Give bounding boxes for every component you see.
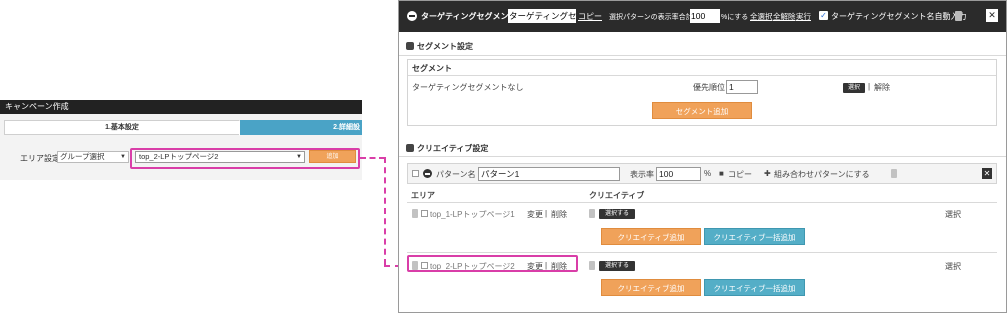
display-rate-input[interactable]: 100 (656, 167, 701, 181)
column-header-creative: クリエイティブ (589, 191, 645, 200)
segment-remove-link[interactable]: 解除 (874, 82, 890, 93)
change-link[interactable]: 変更 (527, 209, 543, 220)
bulk-add-creative-button[interactable]: クリエイティブ一括追加 (704, 228, 805, 245)
trash-icon[interactable] (589, 261, 595, 270)
segment-settings-label: セグメント設定 (417, 42, 473, 51)
total-rate-input[interactable]: 100 (690, 9, 720, 23)
execute-link[interactable]: 実行 (796, 11, 811, 22)
trash-icon[interactable] (955, 11, 962, 21)
collapse-icon[interactable] (423, 169, 432, 178)
segment-box-title: セグメント (412, 64, 452, 73)
add-creative-button[interactable]: クリエイティブ追加 (601, 279, 701, 296)
bulk-add-creative-button[interactable]: クリエイティブ一括追加 (704, 279, 805, 296)
creative-settings-label: クリエイティブ設定 (417, 144, 489, 153)
combine-pattern-link[interactable]: 組み合わせパターンにする (774, 169, 870, 180)
expand-icon[interactable] (421, 210, 428, 217)
divider (399, 55, 1006, 56)
select-creative-button[interactable]: 選択する (599, 209, 635, 219)
separator: | (545, 209, 548, 218)
creative-settings-title: クリエイティブ設定 (406, 143, 488, 154)
gear-icon (406, 42, 414, 50)
deselect-all-link[interactable]: 全解除 (773, 11, 796, 22)
highlight-box-right (407, 255, 578, 272)
select-creative-button[interactable]: 選択する (599, 261, 635, 271)
area-name: top_1-LPトップページ1 (430, 210, 515, 219)
no-segment-text: ターゲティングセグメントなし (412, 83, 524, 92)
close-icon[interactable]: ✕ (986, 9, 998, 22)
step-detail-settings[interactable]: 2.詳細設 (240, 120, 362, 135)
auto-name-label: ターゲティングセグメント名自動入力 (831, 12, 967, 21)
puzzle-icon: ✚ (764, 169, 771, 178)
close-icon[interactable]: ✕ (982, 168, 992, 179)
highlight-box-left (130, 148, 360, 169)
segment-select-button[interactable]: 選択 (843, 83, 865, 93)
group-select[interactable]: グループ選択 ▼ (57, 151, 129, 163)
priority-label: 優先順位 (693, 83, 725, 92)
divider (407, 202, 997, 203)
step-basic-settings[interactable]: 1.基本設定 (4, 120, 247, 136)
pattern-bar: パターン名 パターン1 表示率 100 % ■ コピー ✚ 組み合わせパターンに… (407, 163, 997, 184)
select-all-link[interactable]: 全選択 (750, 11, 773, 22)
display-rate-unit: % (704, 169, 712, 178)
total-rate-suffix: %にする (721, 14, 749, 21)
column-header-area: エリア (411, 191, 435, 200)
display-rate-label: 表示率 (630, 170, 654, 179)
separator: | (868, 82, 871, 91)
divider (408, 75, 996, 76)
row-select-link[interactable]: 選択 (945, 209, 961, 220)
pattern-name-label: パターン名 (436, 170, 476, 179)
group-select-value: グループ選択 (60, 152, 105, 161)
trash-icon[interactable] (891, 169, 897, 178)
pattern-name-input[interactable]: パターン1 (478, 167, 620, 181)
divider (399, 156, 1006, 157)
segment-settings-title: セグメント設定 (406, 41, 473, 52)
segment-box: セグメント ターゲティングセグメントなし 優先順位 1 選択 | 解除 セグメン… (407, 59, 997, 126)
segment-header: ターゲティングセグメント名 ターゲティングセグ コピー 選択パターンの表示率合計… (399, 1, 1006, 32)
add-creative-button[interactable]: クリエイティブ追加 (601, 228, 701, 245)
segment-name-input[interactable]: ターゲティングセグ (508, 9, 576, 23)
connector-line (360, 157, 385, 159)
area-settings-label: エリア設定 (20, 154, 60, 163)
delete-link[interactable]: 削除 (551, 209, 567, 220)
connector-line (384, 157, 386, 265)
image-icon (406, 144, 414, 152)
collapse-icon[interactable] (407, 11, 417, 21)
divider (407, 252, 997, 253)
step-indicator: 1.基本設定 2.詳細設 (4, 120, 362, 136)
copy-link[interactable]: コピー (578, 11, 602, 22)
auto-name-checkbox[interactable]: ✓ (819, 11, 828, 20)
priority-input[interactable]: 1 (726, 80, 758, 94)
trash-icon[interactable] (589, 209, 595, 218)
drag-handle-icon[interactable] (412, 209, 418, 218)
pattern-checkbox[interactable] (412, 170, 419, 177)
panel-title: キャンペーン作成 (0, 100, 362, 114)
total-rate-label: 選択パターンの表示率合計を (609, 14, 700, 21)
copy-icon[interactable]: ■ (719, 169, 724, 178)
add-segment-button[interactable]: セグメント追加 (652, 102, 752, 119)
row-select-link[interactable]: 選択 (945, 261, 961, 272)
chevron-down-icon: ▼ (120, 154, 126, 160)
pattern-copy-link[interactable]: コピー (728, 169, 752, 180)
